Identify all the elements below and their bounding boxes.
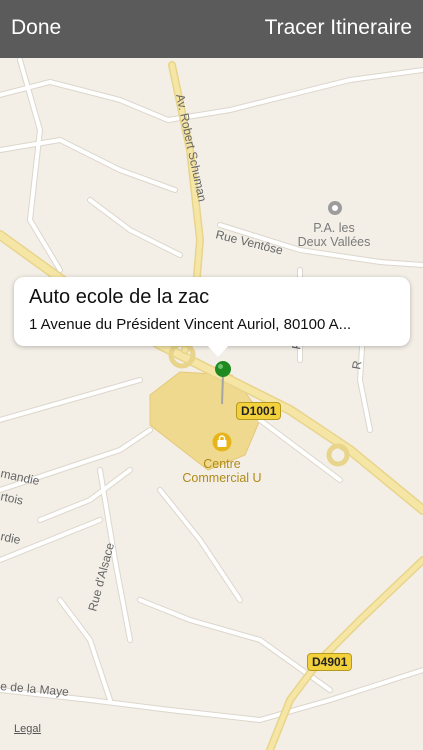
callout-title: Auto ecole de la zac (29, 286, 210, 308)
callout-address: 1 Avenue du Président Vincent Auriol, 80… (29, 316, 352, 333)
industrial-area-icon (328, 201, 342, 215)
road-shield-d4901: D4901 (307, 653, 353, 671)
route-button[interactable]: Tracer Itineraire (265, 16, 412, 40)
navigation-bar: Done Tracer Itineraire (0, 0, 423, 58)
road-shield-d1001: D1001 (236, 402, 282, 420)
done-button[interactable]: Done (11, 16, 61, 40)
legal-link[interactable]: Legal (14, 723, 41, 735)
location-callout[interactable]: Auto ecole de la zac 1 Avenue du Préside… (14, 277, 410, 357)
poi-label-centre-line1: Centre (203, 457, 241, 471)
shopping-bag-icon[interactable] (212, 432, 232, 452)
location-pin-icon[interactable] (211, 360, 235, 408)
poi-label-pa-line1: P.A. les (313, 221, 354, 235)
poi-label-centre-line2: Commercial U (182, 471, 261, 485)
poi-label-pa-line2: Deux Vallées (298, 235, 371, 249)
